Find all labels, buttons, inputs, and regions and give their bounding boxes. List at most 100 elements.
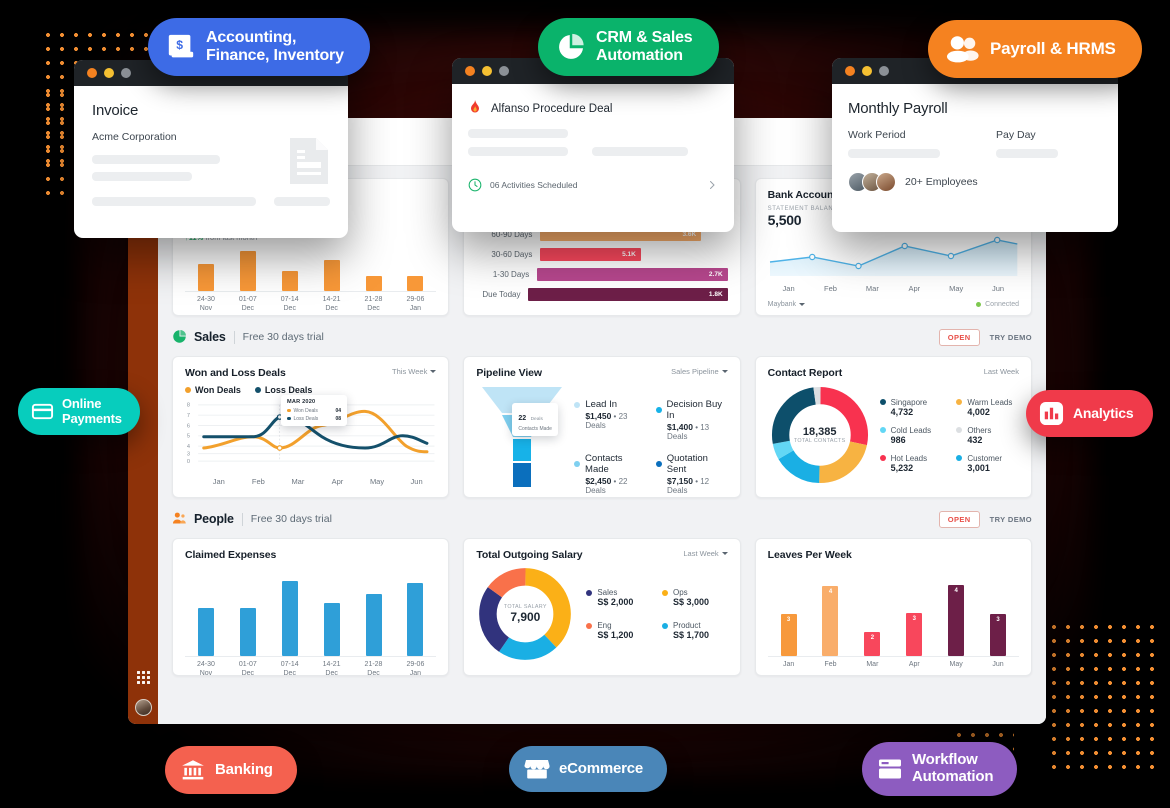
pill-label: Banking [215, 760, 273, 778]
try-demo-button[interactable]: TRY DEMO [990, 515, 1032, 524]
pipeline-stage: Decision Buy In $1,400 • 13 Deals [655, 399, 728, 441]
bank-name: Maybank [767, 301, 797, 308]
placeholder-line [92, 172, 192, 181]
card-outgoing-salary: Total Outgoing Salary Last Week TOTAL SA… [463, 538, 741, 676]
pill-ecommerce[interactable]: eCommerce [509, 746, 668, 792]
bar-row: 1-30 Days 2.7K [476, 268, 728, 281]
window-maximize-icon[interactable] [879, 66, 889, 76]
placeholder-line [848, 149, 940, 158]
pill-accounting[interactable]: $ Accounting, Finance, Inventory [148, 18, 370, 76]
donut-center-value: 7,900 [510, 610, 541, 624]
activities-row[interactable]: 06 Activities Scheduled [468, 178, 718, 192]
bar-col [353, 248, 395, 291]
legend-dot-icon [655, 407, 662, 413]
card-title: Pipeline View [476, 367, 542, 379]
x-tick: 21-28 Dec [364, 296, 383, 312]
window-close-icon[interactable] [87, 68, 97, 78]
bar-value: 3 [912, 615, 916, 622]
timeframe-selector[interactable]: This Week [392, 367, 437, 376]
legend-dot-icon [586, 622, 593, 629]
pill-workflow[interactable]: Workflow Automation [862, 742, 1018, 796]
pill-crm[interactable]: CRM & Sales Automation [538, 18, 719, 76]
svg-text:0: 0 [187, 459, 190, 465]
try-demo-button[interactable]: TRY DEMO [990, 333, 1032, 342]
bar-row: Due Today 1.8K [476, 288, 728, 301]
pill-online-payments[interactable]: Online Payments [18, 388, 140, 436]
bar-col [394, 248, 436, 291]
apps-grid-icon[interactable] [128, 671, 158, 684]
x-tick: Mar [866, 661, 879, 668]
tooltip-unit: Deals [530, 417, 543, 422]
donut-center-value: 18,385 [802, 426, 837, 438]
legend-item: Ops S$ 3,000 [661, 588, 728, 607]
x-tick: Mar [865, 284, 879, 293]
legend-label: Others [967, 425, 992, 435]
leaves-bar-chart: 3 4 2 3 4 3 [767, 569, 1019, 657]
window-maximize-icon[interactable] [121, 68, 131, 78]
pie-chart-icon [172, 329, 188, 345]
legend-dot-icon [879, 427, 886, 433]
window-minimize-icon[interactable] [482, 66, 492, 76]
open-button[interactable]: OPEN [938, 510, 980, 528]
x-tick: Jan [782, 661, 795, 668]
legend-dot-icon [879, 455, 886, 461]
user-avatar[interactable] [135, 699, 152, 716]
deals-line-chart: 876 5430 MAR 2020 Won Deals 04 Loss Deal… [185, 395, 436, 474]
window-minimize-icon[interactable] [104, 68, 114, 78]
bar-value: 3 [996, 617, 1000, 624]
bar-label: Due Today [482, 290, 521, 299]
x-tick: 14-21 Dec [322, 661, 341, 677]
bank-selector[interactable]: Maybank [767, 301, 806, 308]
bank-x-axis: Jan Feb Mar Apr May Jun [768, 284, 1019, 293]
card-won-loss-deals: Won and Loss Deals This Week Won Deals L… [172, 356, 450, 498]
window-maximize-icon[interactable] [499, 66, 509, 76]
pill-analytics[interactable]: Analytics [1026, 390, 1154, 437]
deals-x-axis: Jan Feb Mar Apr May Jun [185, 477, 436, 486]
legend-dot-icon [574, 401, 581, 408]
window-automation-icon [879, 759, 901, 779]
legend-value: 432 [967, 434, 983, 445]
bar-value: 5.1K [622, 251, 636, 258]
pill-label-line1: Accounting, [206, 29, 297, 46]
pill-banking[interactable]: Banking [165, 746, 297, 794]
legend-value: 4,002 [967, 406, 990, 417]
stage-amount: $7,150 [666, 476, 693, 486]
window-minimize-icon[interactable] [862, 66, 872, 76]
window-close-icon[interactable] [465, 66, 475, 76]
svg-text:6: 6 [187, 423, 190, 429]
bar-col [311, 248, 353, 291]
x-tick: Feb [251, 477, 265, 486]
card-leaves-per-week: Leaves Per Week 3 4 2 3 4 3 Jan Feb Mar … [754, 538, 1032, 676]
pipeline-selector[interactable]: Sales Pipeline [671, 367, 728, 376]
bar-col [185, 571, 227, 656]
legend-dot-icon [956, 427, 963, 433]
legend-label: Hot Leads [890, 453, 928, 463]
x-tick: Apr [908, 284, 921, 293]
bar-col [269, 248, 311, 291]
bar-value: 3 [786, 617, 791, 624]
salary-selector[interactable]: Last Week [683, 549, 728, 558]
legend-label: Loss Deals [264, 385, 313, 395]
legend-item: Won Deals [185, 385, 241, 395]
leaves-x-axis: Jan Feb Mar Apr May Jun [768, 661, 1019, 670]
x-tick: 29-06 Jan [406, 296, 425, 312]
x-tick: Feb [824, 284, 837, 293]
mock-window-payroll: Monthly Payroll Work Period Pay Day 20+ … [832, 58, 1118, 232]
pill-label: eCommerce [559, 759, 644, 777]
pipeline-funnel: 22 Deals Contacts Made [476, 385, 568, 495]
pill-payroll[interactable]: Payroll & HRMS [928, 20, 1142, 78]
x-tick: Jun [992, 284, 1005, 293]
open-button[interactable]: OPEN [938, 328, 980, 346]
legend-value: S$ 1,200 [597, 630, 634, 640]
work-period-label: Work Period [848, 129, 906, 141]
pipeline-stage-list: Lead In $1,450 • 23 Deals Decision Buy I… [574, 399, 727, 495]
credit-card-icon [31, 403, 54, 420]
contacts-selector[interactable]: Last Week [984, 367, 1019, 376]
pill-label-line2: Finance, Inventory [206, 46, 344, 64]
window-close-icon[interactable] [845, 66, 855, 76]
pill-label-line1: CRM & Sales [596, 29, 693, 46]
tooltip-row: Loss Deals 08 [287, 416, 341, 422]
bar-col: 3 [768, 569, 810, 656]
pipeline-stage: Contacts Made $2,450 • 22 Deals [574, 453, 646, 495]
placeholder-line [468, 129, 568, 138]
